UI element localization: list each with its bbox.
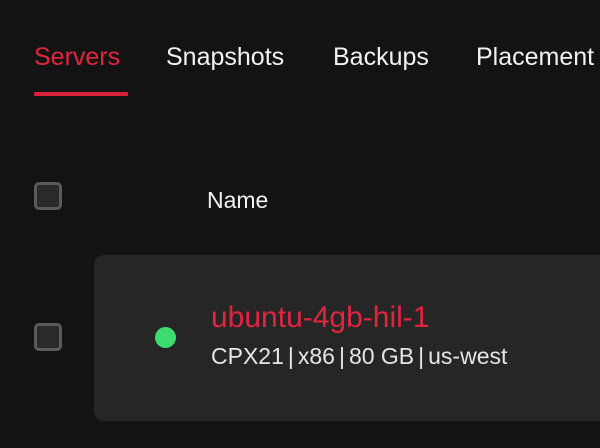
server-location: us-west <box>428 343 508 369</box>
tab-placement[interactable]: Placement <box>476 41 594 73</box>
server-type: CPX21 <box>211 343 284 369</box>
active-tab-indicator <box>34 92 128 96</box>
column-header-name: Name <box>207 187 269 213</box>
row-select-checkbox[interactable] <box>34 323 62 351</box>
resource-tabs: Servers Snapshots Backups Placement <box>0 0 600 100</box>
details-separator: | <box>418 343 425 369</box>
details-separator: | <box>287 343 294 369</box>
server-architecture: x86 <box>297 343 335 369</box>
server-disk: 80 GB <box>348 343 415 369</box>
select-all-checkbox[interactable] <box>34 182 62 210</box>
server-name-link[interactable]: ubuntu-4gb-hil-1 <box>211 299 429 337</box>
server-details: CPX21 | x86 | 80 GB | us-west <box>211 341 507 371</box>
servers-page: Servers Snapshots Backups Placement Name… <box>0 0 600 448</box>
tab-snapshots[interactable]: Snapshots <box>166 41 284 73</box>
tab-backups[interactable]: Backups <box>333 41 429 73</box>
tab-servers[interactable]: Servers <box>34 41 120 73</box>
server-row[interactable]: ubuntu-4gb-hil-1 CPX21 | x86 | 80 GB | us-west <box>94 255 600 421</box>
details-separator: | <box>338 343 345 369</box>
status-running-icon <box>155 327 176 348</box>
